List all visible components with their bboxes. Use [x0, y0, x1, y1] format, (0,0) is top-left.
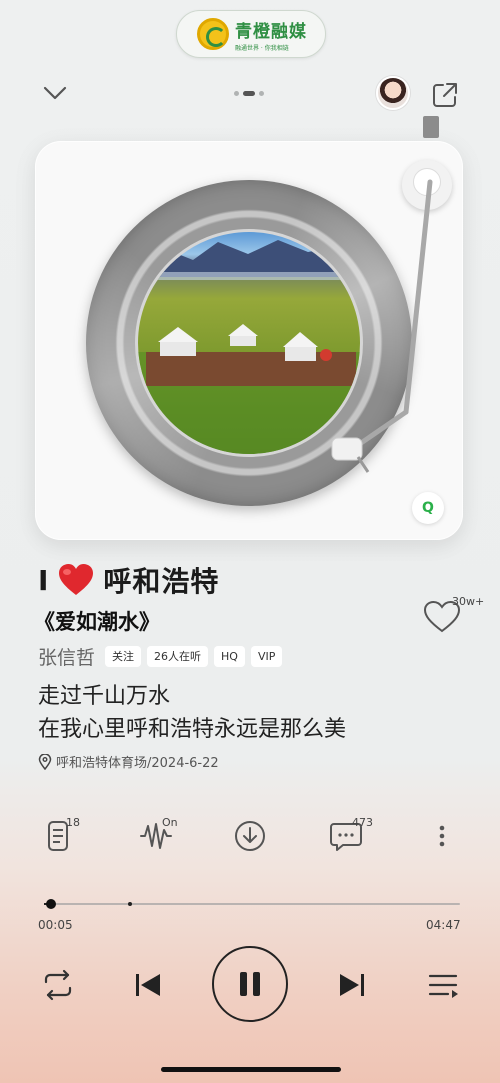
page-dot — [259, 91, 264, 96]
skip-next-icon — [340, 974, 364, 996]
pause-button[interactable] — [212, 946, 288, 1022]
lyric-line-1: 走过千山万水 — [38, 684, 171, 709]
skip-previous-icon — [136, 974, 160, 996]
time-elapsed: 00:05 — [38, 918, 73, 932]
page-indicator — [234, 91, 264, 96]
title-city: 呼和浩特 — [103, 565, 220, 598]
brand-tagline: 融通世界 · 你我相链 — [235, 44, 289, 52]
share-icon[interactable] — [430, 80, 460, 110]
progress-marker — [128, 902, 132, 906]
time-total: 04:47 — [426, 918, 461, 932]
lyric-line-2: 在我心里呼和浩特永远是那么美 — [38, 717, 347, 742]
location-pin-icon — [38, 753, 52, 770]
playlist-count: 18 — [66, 816, 80, 829]
pause-icon — [240, 972, 260, 996]
page-dot — [234, 91, 239, 96]
brand-logo-icon — [197, 18, 229, 50]
artist-name[interactable]: 张信哲 — [38, 643, 95, 670]
comment-count: 473 — [352, 816, 373, 829]
more-vertical-icon — [439, 825, 445, 847]
user-avatar[interactable] — [376, 76, 410, 110]
playlist-button[interactable]: 18 — [44, 816, 80, 854]
title-prefix: I — [38, 563, 50, 597]
artist-meta-row: 张信哲 关注 26人在听 HQ VIP — [38, 643, 283, 670]
repeat-icon — [44, 969, 72, 1001]
sound-effect-button[interactable]: On — [138, 816, 178, 854]
effect-status: On — [162, 816, 178, 829]
home-indicator[interactable] — [161, 1067, 341, 1072]
brand-pill[interactable]: 青橙融媒 融通世界 · 你我相链 — [176, 10, 326, 58]
q-logo-badge: Q — [412, 492, 444, 524]
more-button[interactable] — [424, 818, 460, 854]
tonearm — [331, 116, 439, 473]
repeat-button[interactable] — [38, 965, 78, 1005]
download-icon — [235, 821, 265, 851]
download-button[interactable] — [232, 818, 268, 854]
next-button[interactable] — [332, 965, 372, 1005]
location-row: 呼和浩特体育场/2024-6-22 — [38, 752, 219, 771]
song-name: 《爱如潮水》 — [34, 610, 160, 634]
vip-tag[interactable]: VIP — [250, 646, 283, 667]
follow-button[interactable]: 关注 — [105, 646, 142, 667]
location-text: 呼和浩特体育场/2024-6-22 — [56, 756, 219, 771]
listeners-tag: 26人在听 — [147, 646, 209, 667]
hq-tag[interactable]: HQ — [214, 646, 245, 667]
song-title-row: I 呼和浩特 — [38, 560, 219, 600]
page-dot-active — [243, 91, 255, 96]
queue-button[interactable] — [424, 965, 464, 1005]
progress-track[interactable] — [44, 903, 460, 905]
previous-button[interactable] — [128, 965, 168, 1005]
progress-knob[interactable] — [46, 899, 57, 909]
red-heart-icon — [59, 564, 94, 595]
brand-name: 青橙融媒 — [235, 21, 307, 42]
comment-button[interactable]: 473 — [328, 816, 373, 854]
like-count: 30w+ — [452, 595, 485, 608]
collapse-chevron-icon[interactable] — [42, 84, 68, 102]
queue-list-icon — [428, 974, 458, 998]
